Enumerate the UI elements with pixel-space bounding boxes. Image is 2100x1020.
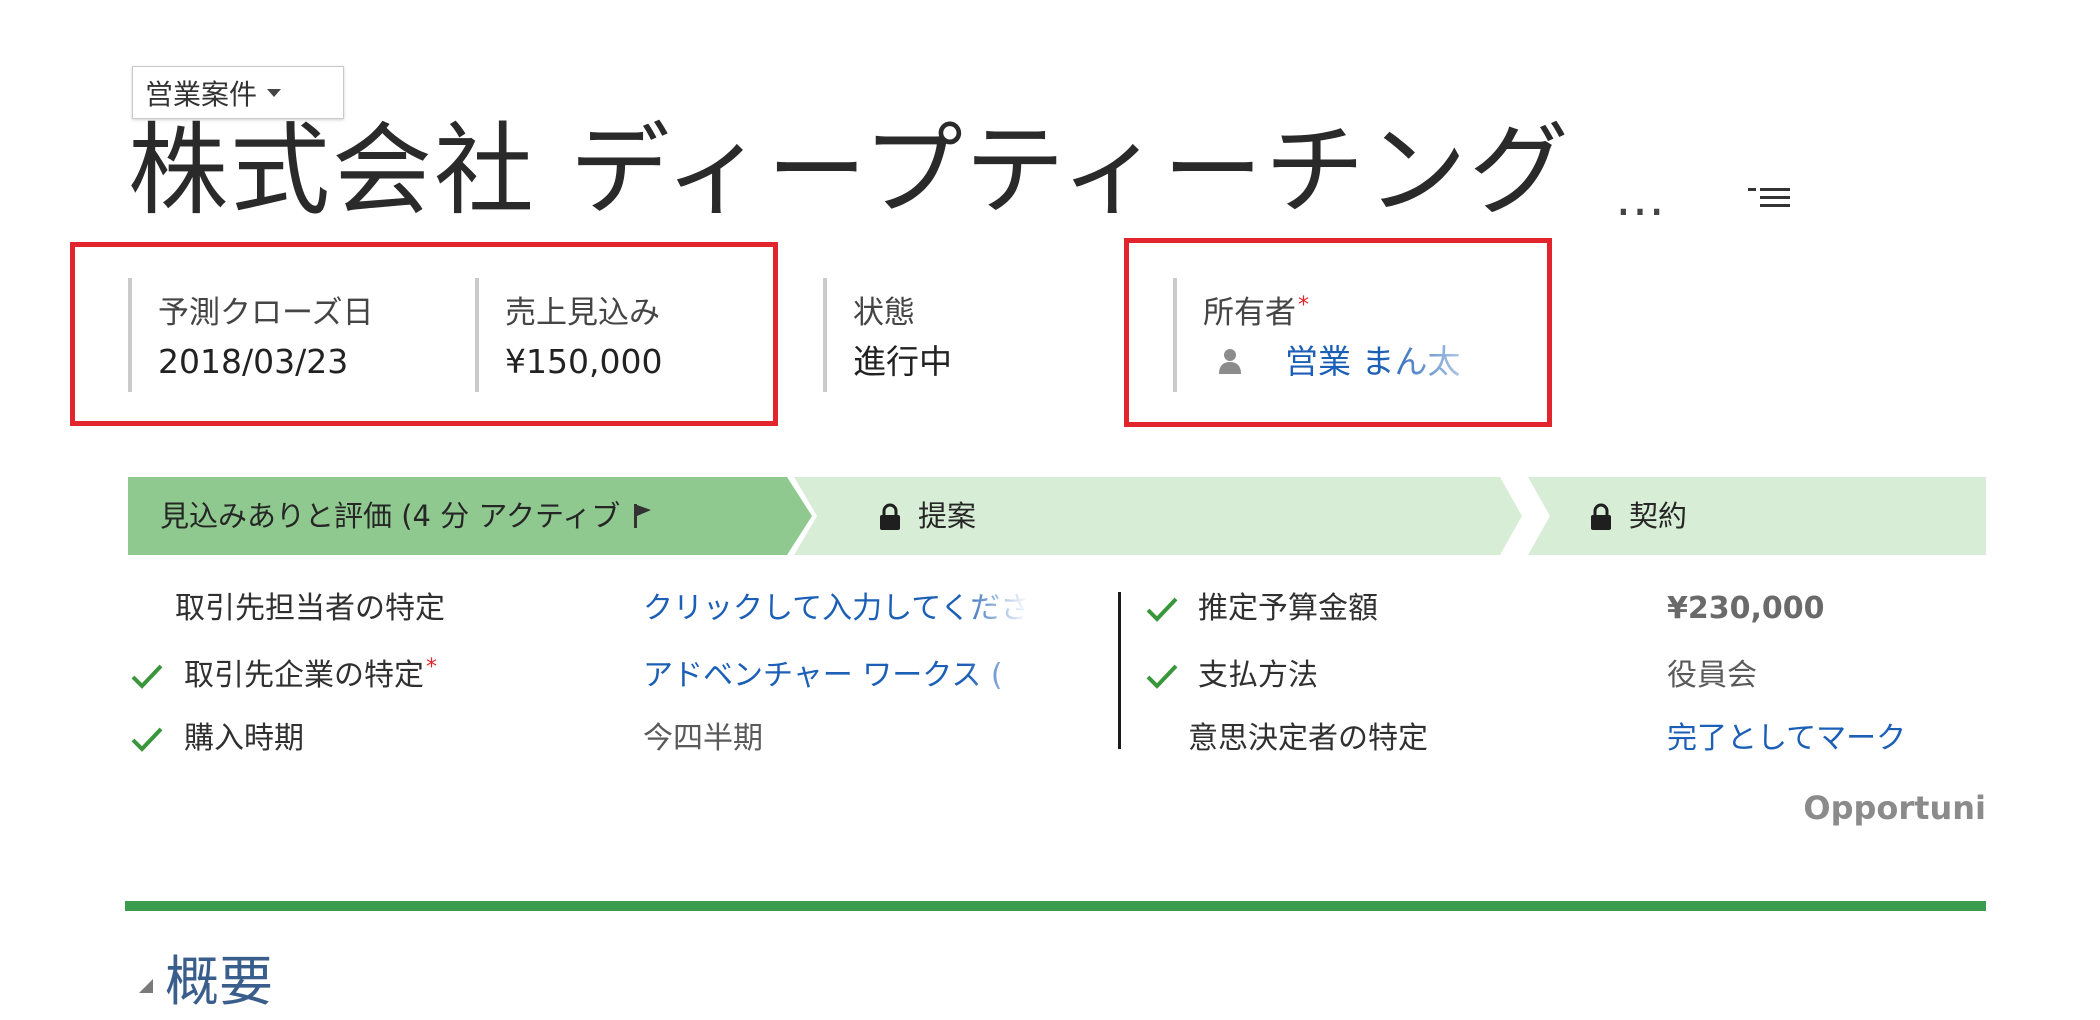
step-value[interactable]: 今四半期: [643, 717, 1063, 761]
required-marker: *: [426, 655, 437, 680]
lock-icon: [880, 503, 900, 530]
section-title-summary[interactable]: 概要: [165, 950, 273, 1014]
check-icon: [1146, 597, 1178, 622]
list-menu-icon[interactable]: [1746, 183, 1794, 213]
lock-icon: [1591, 503, 1611, 530]
step-label: 支払方法: [1198, 658, 1318, 693]
stage-close-label: 契約: [1629, 499, 1688, 533]
step-value-input[interactable]: クリックして入力してくださ: [643, 587, 1028, 631]
process-name: Opportuni: [1803, 789, 1986, 827]
step-label: 取引先担当者の特定: [175, 591, 445, 626]
highlight-box: [1124, 238, 1552, 427]
caret-down-icon: [267, 88, 282, 97]
step-value[interactable]: 役員会: [1667, 654, 1987, 698]
flag-icon: [634, 504, 652, 528]
stage-qualify-label: 見込みありと評価 (4 分 アクティブ: [160, 495, 780, 537]
column-divider: [1118, 592, 1121, 749]
check-icon: [131, 664, 163, 689]
step-value-link[interactable]: アドベンチャー ワークス (: [643, 654, 1038, 698]
header-field-status: 状態 進行中: [823, 278, 1113, 392]
stage-propose-label: 提案: [918, 499, 977, 533]
step-label: 推定予算金額: [1198, 591, 1378, 626]
more-button[interactable]: …: [1615, 168, 1665, 228]
field-label: 状態: [853, 295, 915, 331]
step-label: 意思決定者の特定: [1188, 721, 1428, 756]
stage-label-text: 見込みありと評価 (4 分 アクティブ: [160, 499, 621, 533]
step-label: 購入時期: [184, 721, 304, 756]
step-value[interactable]: ¥230,000: [1667, 587, 1987, 631]
field-value: 進行中: [853, 342, 952, 381]
record-title: 株式会社 ディープティーチング: [128, 112, 1571, 229]
check-icon: [131, 727, 163, 752]
section-rule: [125, 901, 1986, 911]
step-label-text: 取引先企業の特定: [184, 658, 424, 693]
expand-triangle-icon[interactable]: [139, 979, 153, 993]
check-icon: [1146, 664, 1178, 689]
mark-complete-link[interactable]: 完了としてマーク: [1667, 717, 1987, 761]
step-label: 取引先企業の特定*: [184, 654, 624, 698]
highlight-box: [70, 242, 778, 426]
